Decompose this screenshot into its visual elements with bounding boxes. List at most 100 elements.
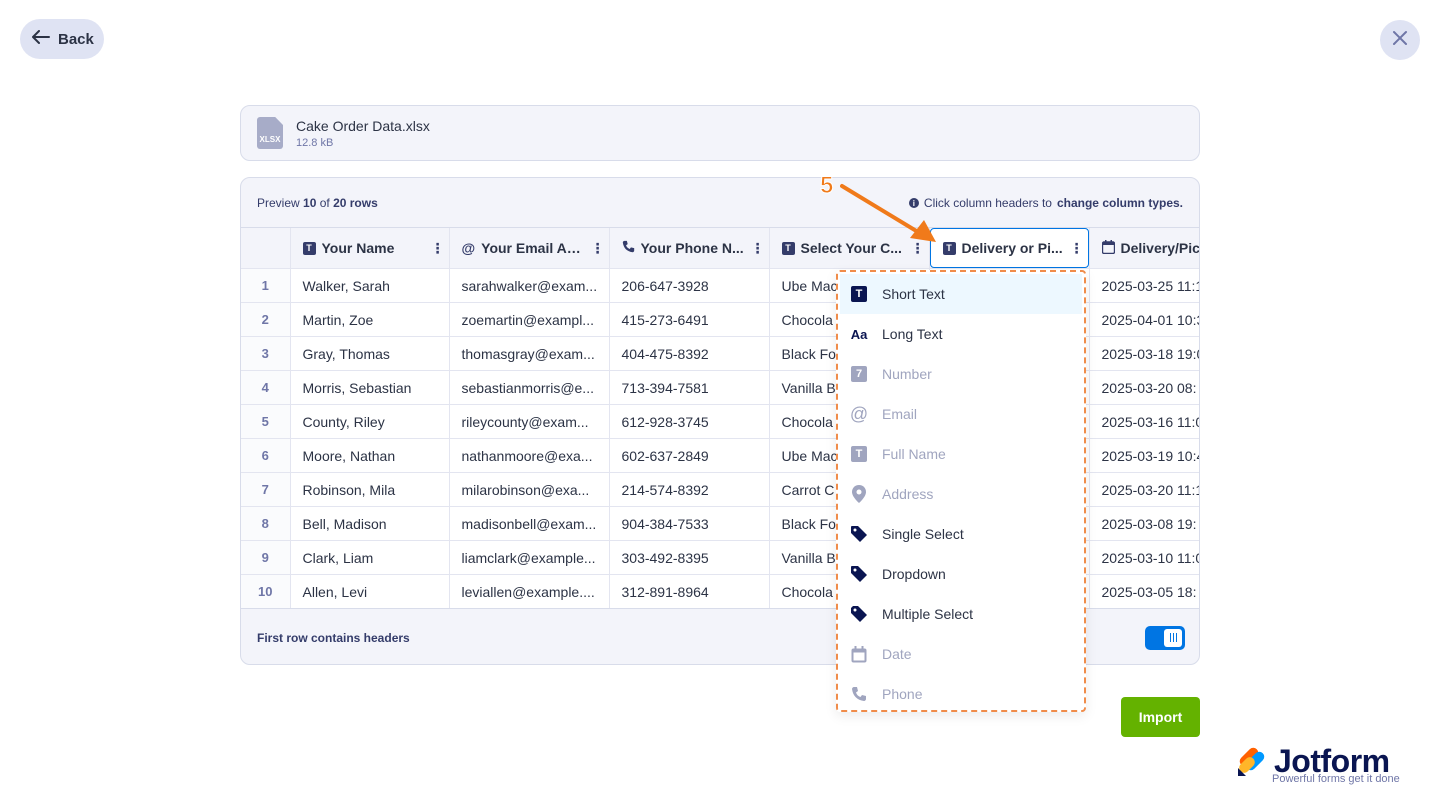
table-cell: 2025-03-20 11:1 [1089, 472, 1199, 507]
dropdown-item-email: @ Email [849, 403, 918, 424]
row-index: 2 [241, 302, 291, 337]
first-row-headers-label: First row contains headers [257, 630, 410, 645]
short-text-icon: T [781, 241, 795, 255]
table-cell: 2025-03-20 08: [1089, 370, 1199, 405]
full-name-icon: T [850, 445, 868, 463]
table-cell: Clark, Liam [290, 540, 450, 575]
more-options-icon[interactable]: ⋮ [751, 240, 765, 257]
jotform-tagline: Powerful forms get it done [1272, 773, 1400, 785]
dropdown-item-short-text[interactable]: T Short Text [840, 274, 1082, 314]
step-number-annotation: 5 [819, 172, 834, 200]
table-cell: zoemartin@exampl... [449, 302, 610, 337]
more-options-icon[interactable]: ⋮ [431, 240, 445, 257]
preview-count: Preview 10 of 20 rows [257, 196, 378, 210]
table-cell: 904-384-7533 [609, 506, 770, 541]
column-header[interactable]: Your Phone N... ⋮ [609, 228, 770, 269]
file-card: XLSX Cake Order Data.xlsx 12.8 kB [240, 105, 1200, 161]
row-index: 7 [241, 472, 291, 507]
phone-icon [850, 685, 868, 703]
table-cell: 602-637-2849 [609, 438, 770, 473]
column-header[interactable]: T Your Name ⋮ [290, 228, 450, 269]
row-index: 3 [241, 336, 291, 371]
row-index-header [241, 228, 291, 269]
table-cell: 713-394-7581 [609, 370, 770, 405]
tag-icon [850, 525, 868, 543]
table-cell: 2025-03-08 19: [1089, 506, 1199, 541]
table-cell: 404-475-8392 [609, 336, 770, 371]
table-cell: 214-574-8392 [609, 472, 770, 507]
dropdown-item-number: 7 Number [840, 354, 1082, 394]
row-index: 9 [241, 540, 291, 575]
email-icon: @ [849, 403, 869, 424]
table-cell: 2025-03-18 19:0 [1089, 336, 1199, 371]
dropdown-item-address: Address [840, 474, 1082, 514]
column-type-hint: i Click column headers to change column … [908, 196, 1183, 210]
row-index: 5 [241, 404, 291, 439]
table-cell: 2025-03-10 11:0 [1089, 540, 1199, 575]
back-label: Back [58, 30, 94, 48]
table-cell: Allen, Levi [290, 574, 450, 608]
column-header[interactable]: @ Your Email Ad... ⋮ [449, 228, 610, 269]
table-cell: rileycounty@exam... [449, 404, 610, 439]
xlsx-file-icon: XLSX [257, 117, 283, 149]
annotation-arrow-icon [840, 184, 936, 242]
table-cell: madisonbell@exam... [449, 506, 610, 541]
back-button[interactable]: Back [20, 19, 104, 59]
short-text-icon: T [850, 285, 868, 303]
table-cell: liamclark@example... [449, 540, 610, 575]
table-cell: 2025-03-16 11:0 [1089, 404, 1199, 439]
table-cell: milarobinson@exa... [449, 472, 610, 507]
tag-icon [850, 565, 868, 583]
table-cell: 206-647-3928 [609, 268, 770, 303]
row-index: 1 [241, 268, 291, 303]
dropdown-item-full-name: T Full Name [840, 434, 1082, 474]
row-index: 8 [241, 506, 291, 541]
table-cell: 312-891-8964 [609, 574, 770, 608]
phone-icon [622, 240, 635, 256]
import-button[interactable]: Import [1121, 697, 1200, 737]
dropdown-item-date: Date [840, 634, 1082, 674]
dropdown-item-dropdown[interactable]: Dropdown [840, 554, 1082, 594]
column-header-active[interactable]: T Delivery or Pi... ⋮ [929, 228, 1090, 269]
more-options-icon[interactable]: ⋮ [591, 240, 605, 257]
table-cell: 612-928-3745 [609, 404, 770, 439]
table-cell: sarahwalker@exam... [449, 268, 610, 303]
dropdown-item-long-text[interactable]: Aa Long Text [840, 314, 1082, 354]
table-cell: Gray, Thomas [290, 336, 450, 371]
tags-icon [850, 605, 868, 623]
long-text-icon: Aa [850, 326, 868, 342]
table-cell: 303-492-8395 [609, 540, 770, 575]
row-index: 10 [241, 574, 291, 608]
table-cell: 415-273-6491 [609, 302, 770, 337]
table-cell: 2025-03-05 18: [1089, 574, 1199, 608]
table-cell: thomasgray@exam... [449, 336, 610, 371]
email-icon: @ [461, 240, 476, 256]
table-cell: 2025-03-19 10:4 [1089, 438, 1199, 473]
toggle-knob [1164, 628, 1182, 647]
more-options-icon[interactable]: ⋮ [1070, 240, 1084, 257]
first-row-headers-toggle[interactable] [1145, 625, 1185, 650]
table-cell: 2025-04-01 10:3 [1089, 302, 1199, 337]
file-size: 12.8 kB [296, 136, 334, 149]
dropdown-item-single-select[interactable]: Single Select [840, 514, 1082, 554]
dropdown-item-phone: Phone [840, 674, 1082, 714]
row-index: 4 [241, 370, 291, 405]
table-cell: Robinson, Mila [290, 472, 450, 507]
table-cell: Walker, Sarah [290, 268, 450, 303]
short-text-icon: T [942, 241, 956, 255]
table-cell: leviallen@example.... [449, 574, 610, 608]
table-cell: sebastianmorris@e... [449, 370, 610, 405]
table-cell: Morris, Sebastian [290, 370, 450, 405]
calendar-icon [1101, 239, 1115, 257]
close-button[interactable] [1380, 20, 1420, 60]
table-cell: County, Riley [290, 404, 450, 439]
column-header[interactable]: Delivery/Pic [1089, 228, 1199, 269]
dropdown-item-multiple-select[interactable]: Multiple Select [840, 594, 1082, 634]
number-icon: 7 [850, 365, 868, 383]
header-row: T Your Name ⋮ @ Your Email Ad... ⋮ Your … [241, 228, 1199, 269]
table-cell: Martin, Zoe [290, 302, 450, 337]
file-name: Cake Order Data.xlsx [296, 117, 430, 134]
table-cell: Moore, Nathan [290, 438, 450, 473]
location-pin-icon [850, 485, 868, 503]
table-cell: 2025-03-25 11:1 [1089, 268, 1199, 303]
